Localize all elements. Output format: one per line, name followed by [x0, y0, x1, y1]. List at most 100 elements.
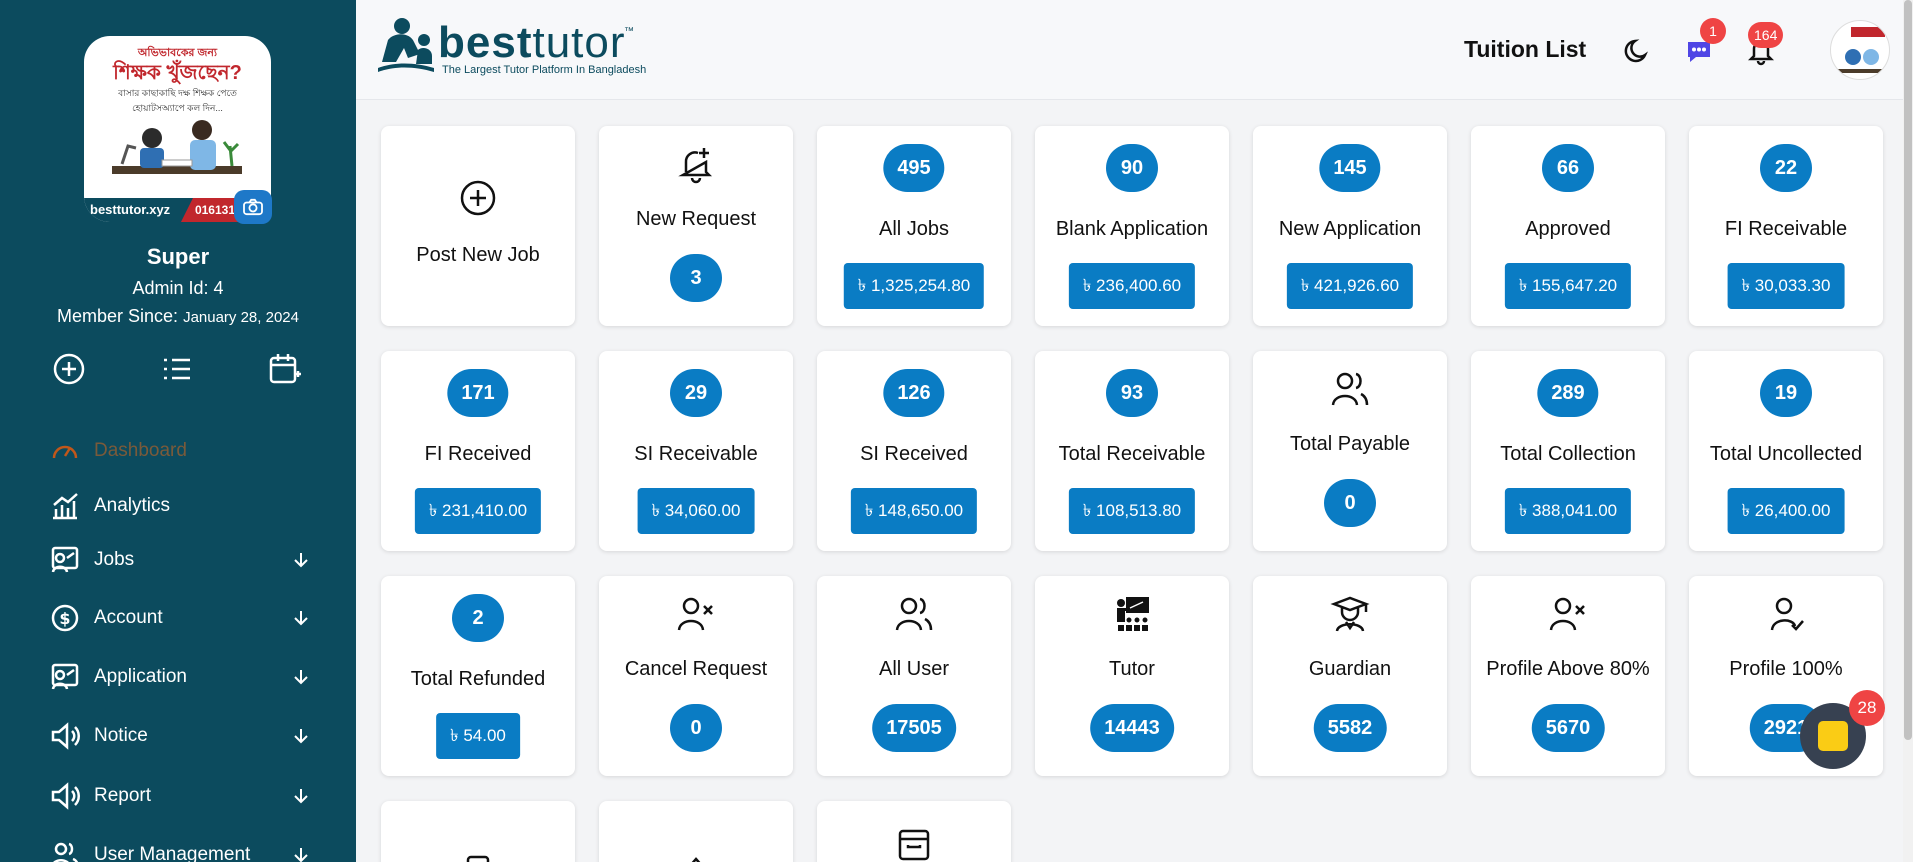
card-cancel-request[interactable]: Cancel Request 0 — [599, 576, 793, 776]
card-new-application[interactable]: 145 New Application ৳ 421,926.60 — [1253, 126, 1447, 326]
logo-wordmark[interactable]: besttutor — [438, 18, 626, 68]
arrow-down-icon — [294, 611, 308, 626]
sticky-note-badge: 28 — [1849, 690, 1885, 726]
card-fi-receivable[interactable]: 22 FI Receivable ৳ 30,033.30 — [1689, 126, 1883, 326]
camera-icon — [243, 198, 263, 216]
count-pill: 2 — [452, 594, 504, 642]
change-photo-button[interactable] — [234, 190, 272, 224]
admin-id: Admin Id: 4 — [132, 278, 224, 298]
nav-notice[interactable]: Notice — [50, 719, 310, 753]
card-title: New Request — [635, 208, 757, 230]
card-tutor[interactable]: Tutor 14443 — [1035, 576, 1229, 776]
member-since-date: January 28, 2024 — [183, 309, 299, 326]
card-title: Post New Job — [416, 244, 540, 266]
card-title: FI Receivable — [1724, 218, 1848, 240]
scrollbar-thumb[interactable] — [1904, 0, 1912, 740]
card-title: Blank Application — [1055, 218, 1209, 240]
speaker-icon — [51, 722, 80, 750]
tutor-board-icon — [51, 546, 79, 573]
besttutor-logo-icon[interactable] — [374, 16, 438, 82]
photo-phone: 016131 — [180, 198, 241, 222]
plus-circle-icon[interactable] — [52, 352, 86, 386]
avatar[interactable] — [1830, 20, 1890, 80]
nav-report[interactable]: Report — [50, 779, 310, 813]
amount-badge: ৳ 26,400.00 — [1727, 488, 1845, 534]
photo-subtitle: বাসার কাছাকাছি দক্ষ শিক্ষক পেতে হোয়াটসঅ… — [118, 88, 237, 113]
card-new-request[interactable]: New Request 3 — [599, 126, 793, 326]
card-title: SI Receivable — [634, 443, 758, 465]
card-title: Guardian — [1308, 658, 1392, 680]
calendar-plus-icon[interactable] — [268, 352, 302, 386]
card-title: All Jobs — [878, 218, 950, 240]
user-x-icon — [677, 597, 713, 631]
card-all-jobs[interactable]: 495 All Jobs ৳ 1,325,254.80 — [817, 126, 1011, 326]
nav-user-management-label: User Management — [94, 844, 251, 862]
amount-badge: ৳ 108,513.80 — [1068, 488, 1196, 534]
amount-badge: ৳ 1,325,254.80 — [843, 263, 985, 309]
users-icon — [895, 597, 933, 631]
document-icon — [466, 855, 490, 862]
card-title: Total Receivable — [1058, 443, 1206, 465]
card-fi-received[interactable]: 171 FI Received ৳ 231,410.00 — [381, 351, 575, 551]
card-si-receivable[interactable]: 29 SI Receivable ৳ 34,060.00 — [599, 351, 793, 551]
card-title: FI Received — [424, 443, 532, 465]
nav-jobs[interactable]: Jobs — [50, 543, 310, 577]
diamond-icon — [691, 857, 701, 862]
card-profile-above-80[interactable]: Profile Above 80% 5670 — [1471, 576, 1665, 776]
nav-dashboard[interactable]: Dashboard — [50, 434, 310, 468]
card-post-new-job[interactable]: Post New Job — [381, 126, 575, 326]
avatar-image — [1837, 27, 1885, 73]
member-since: Member Since: January 28, 2024 — [0, 306, 356, 327]
card-total-refunded[interactable]: 2 Total Refunded ৳ 54.00 — [381, 576, 575, 776]
card-total-payable[interactable]: Total Payable 0 — [1253, 351, 1447, 551]
amount-badge: ৳ 148,650.00 — [850, 488, 978, 534]
gauge-icon — [52, 445, 78, 459]
card-row4-1[interactable] — [381, 801, 575, 862]
card-total-collection[interactable]: 289 Total Collection ৳ 388,041.00 — [1471, 351, 1665, 551]
card-title: Cancel Request — [624, 658, 768, 680]
nav-analytics[interactable]: Analytics — [50, 489, 310, 523]
count-pill: 0 — [670, 704, 722, 752]
card-all-user[interactable]: All User 17505 — [817, 576, 1011, 776]
card-total-receivable[interactable]: 93 Total Receivable ৳ 108,513.80 — [1035, 351, 1229, 551]
tuition-list-link[interactable]: Tuition List — [1464, 36, 1586, 63]
count-pill: 495 — [883, 144, 945, 192]
nav-user-management[interactable]: User Management — [50, 838, 310, 862]
chart-bar-icon — [53, 493, 78, 520]
card-title: Total Refunded — [410, 668, 546, 690]
arrow-down-icon — [294, 729, 308, 744]
nav-account[interactable]: $ Account — [50, 601, 310, 635]
card-approved[interactable]: 66 Approved ৳ 155,647.20 — [1471, 126, 1665, 326]
notification-badge: 164 — [1748, 22, 1784, 48]
nav-account-label: Account — [94, 607, 163, 628]
count-pill: 17505 — [872, 704, 956, 752]
photo-site: besttutor.xyz — [90, 202, 171, 217]
card-row4-2[interactable] — [599, 801, 793, 862]
nav-dashboard-label: Dashboard — [94, 440, 187, 461]
user-check-icon — [1770, 597, 1804, 631]
users-icon — [1331, 372, 1369, 406]
sidebar: অভিভাবকের জন্য শিক্ষক খুঁজছেন? বাসার কাছ… — [0, 0, 356, 862]
card-si-received[interactable]: 126 SI Received ৳ 148,650.00 — [817, 351, 1011, 551]
user-name: Super — [146, 244, 210, 269]
tutor-board-icon — [51, 663, 79, 690]
arrow-down-icon — [294, 789, 308, 804]
card-guardian[interactable]: Guardian 5582 — [1253, 576, 1447, 776]
nav-application[interactable]: Application — [50, 660, 310, 694]
sticky-note-icon — [1818, 721, 1848, 751]
card-title: Tutor — [1109, 658, 1155, 680]
users-icon — [53, 842, 79, 862]
count-pill: 5670 — [1531, 704, 1605, 752]
count-pill: 19 — [1760, 369, 1812, 417]
plus-circle-icon — [460, 180, 496, 216]
moon-icon[interactable] — [1623, 36, 1653, 66]
card-total-uncollected[interactable]: 19 Total Uncollected ৳ 26,400.00 — [1689, 351, 1883, 551]
nav-notice-label: Notice — [94, 725, 148, 746]
amount-badge: ৳ 388,041.00 — [1504, 488, 1632, 534]
logo-light: tutor — [532, 18, 626, 67]
card-blank-application[interactable]: 90 Blank Application ৳ 236,400.60 — [1035, 126, 1229, 326]
list-icon[interactable] — [160, 352, 194, 386]
arrow-down-icon — [294, 848, 308, 862]
amount-badge: ৳ 30,033.30 — [1727, 263, 1845, 309]
card-row4-3[interactable] — [817, 801, 1011, 862]
